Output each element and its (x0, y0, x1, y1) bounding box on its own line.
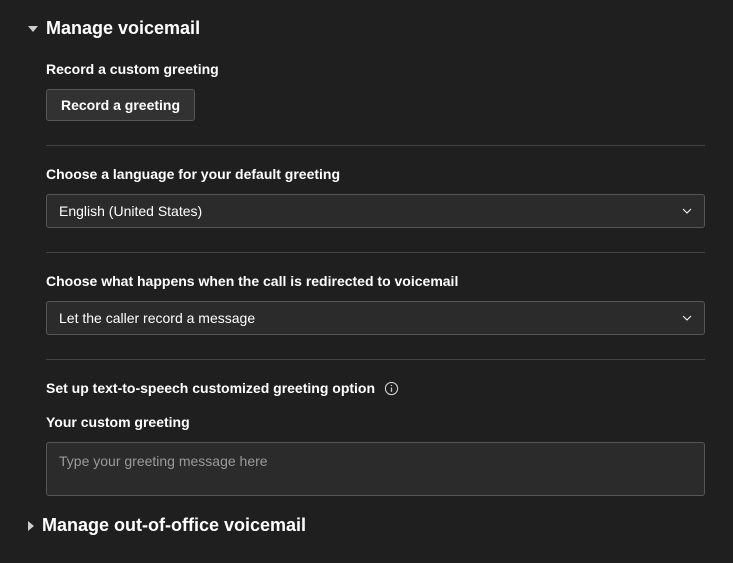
language-select[interactable]: English (United States) (46, 194, 705, 228)
tts-block: Set up text-to-speech customized greetin… (46, 380, 705, 501)
caret-down-icon (28, 26, 38, 32)
tts-sublabel: Your custom greeting (46, 414, 705, 430)
redirect-select[interactable]: Let the caller record a message (46, 301, 705, 335)
record-greeting-label: Record a custom greeting (46, 61, 705, 77)
section-header-ooo[interactable]: Manage out-of-office voicemail (28, 515, 705, 536)
divider (46, 145, 705, 146)
language-label: Choose a language for your default greet… (46, 166, 705, 182)
caret-right-icon (28, 521, 34, 531)
record-greeting-block: Record a custom greeting Record a greeti… (46, 61, 705, 121)
redirect-label: Choose what happens when the call is red… (46, 273, 705, 289)
redirect-select-wrap: Let the caller record a message (46, 301, 705, 335)
section-title: Manage voicemail (46, 18, 200, 39)
divider (46, 252, 705, 253)
voicemail-content: Record a custom greeting Record a greeti… (28, 61, 705, 501)
info-icon[interactable] (383, 380, 399, 396)
record-greeting-button[interactable]: Record a greeting (46, 89, 195, 121)
redirect-block: Choose what happens when the call is red… (46, 273, 705, 335)
divider (46, 359, 705, 360)
language-select-wrap: English (United States) (46, 194, 705, 228)
section-title: Manage out-of-office voicemail (42, 515, 306, 536)
tts-label: Set up text-to-speech customized greetin… (46, 380, 375, 396)
language-block: Choose a language for your default greet… (46, 166, 705, 228)
tts-label-row: Set up text-to-speech customized greetin… (46, 380, 705, 396)
section-header-voicemail[interactable]: Manage voicemail (28, 18, 705, 39)
custom-greeting-input[interactable] (46, 442, 705, 496)
